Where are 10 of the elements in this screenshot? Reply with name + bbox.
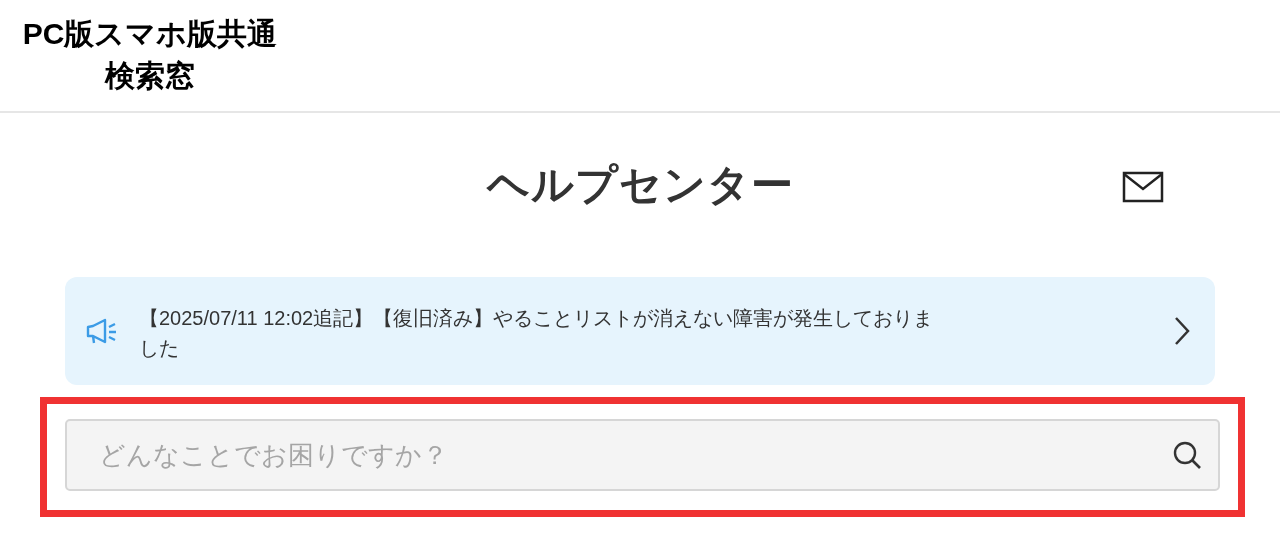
notice-text: 【2025/07/11 12:02追記】【復旧済み】やることリストが消えない障害が発生しておりました bbox=[139, 306, 935, 361]
annotation-label: 検索窓 bbox=[105, 58, 195, 94]
notice-banner[interactable]: 【2025/07/11 12:02追記】【復旧済み】やることリストが消えない障害が発生しておりました bbox=[65, 277, 1215, 385]
megaphone-icon bbox=[85, 317, 117, 345]
annotation-label: PC版スマホ版共通 bbox=[22, 16, 278, 52]
mail-icon[interactable] bbox=[1122, 171, 1164, 203]
search-icon[interactable] bbox=[1172, 440, 1202, 470]
page-title: ヘルプセンター bbox=[486, 160, 794, 210]
chevron-right-icon[interactable] bbox=[1174, 316, 1190, 346]
search-field[interactable]: どんなことでお困りですか？ bbox=[65, 419, 1220, 491]
